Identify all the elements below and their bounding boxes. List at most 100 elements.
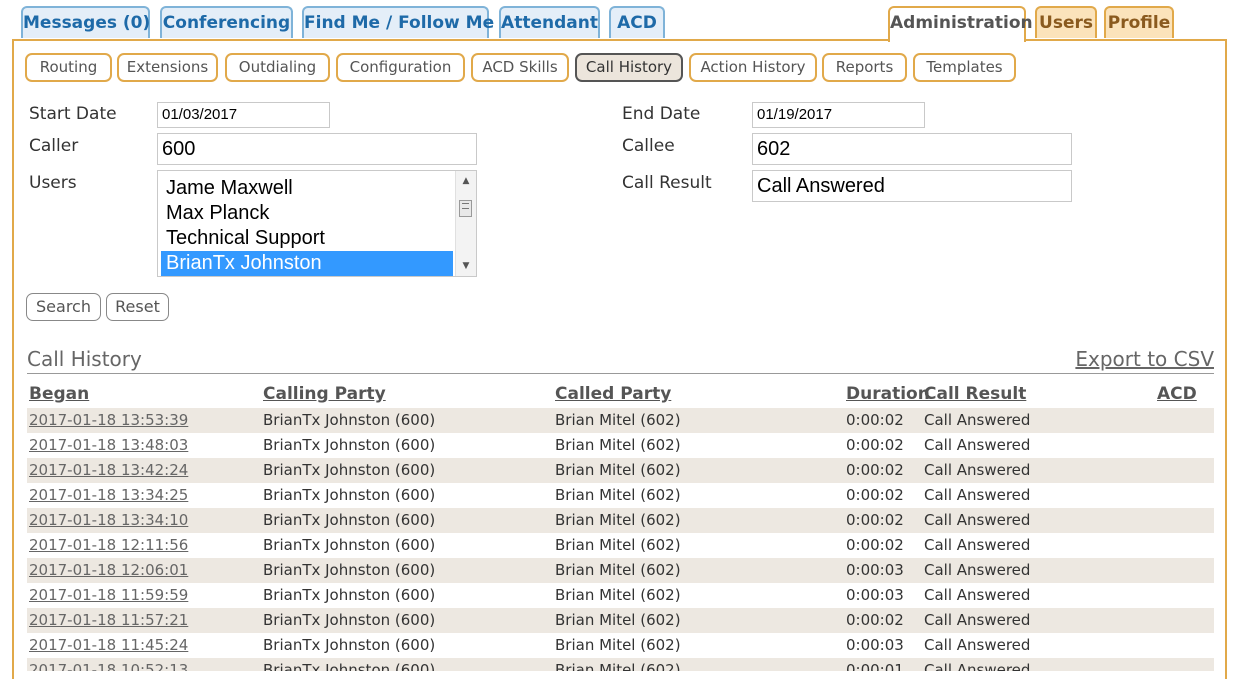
called-party-cell: Brian Mitel (602) bbox=[555, 436, 681, 454]
tab-find-me-follow-me[interactable]: Find Me / Follow Me bbox=[302, 6, 494, 38]
end-date-input[interactable]: 01/19/2017 bbox=[752, 102, 925, 128]
tab-conferencing[interactable]: Conferencing bbox=[160, 6, 293, 38]
calling-party-cell: BrianTx Johnston (600) bbox=[263, 661, 436, 671]
called-party-cell: Brian Mitel (602) bbox=[555, 586, 681, 604]
column-header-began[interactable]: Began bbox=[29, 384, 89, 404]
began-timestamp-link[interactable]: 2017-01-18 11:59:59 bbox=[29, 583, 188, 607]
duration-cell: 0:00:03 bbox=[846, 561, 904, 579]
export-csv-link[interactable]: Export to CSV bbox=[1075, 347, 1214, 371]
began-timestamp-link[interactable]: 2017-01-18 13:42:24 bbox=[29, 458, 188, 482]
users-option[interactable]: Jame Maxwell bbox=[161, 176, 453, 201]
called-party-cell: Brian Mitel (602) bbox=[555, 636, 681, 654]
users-option-selected[interactable]: BrianTx Johnston bbox=[161, 251, 453, 276]
users-listbox[interactable]: Jame Maxwell Max Planck Technical Suppor… bbox=[157, 170, 477, 277]
subtab-routing[interactable]: Routing bbox=[25, 53, 112, 82]
began-timestamp-link[interactable]: 2017-01-18 13:48:03 bbox=[29, 433, 188, 457]
began-timestamp-link[interactable]: 2017-01-18 13:53:39 bbox=[29, 408, 188, 432]
began-timestamp-link[interactable]: 2017-01-18 11:45:24 bbox=[29, 633, 188, 657]
top-tab-bar: Messages (0) Conferencing Find Me / Foll… bbox=[0, 0, 1245, 42]
subtab-reports[interactable]: Reports bbox=[822, 53, 907, 82]
column-header-duration[interactable]: Duration bbox=[846, 384, 930, 404]
duration-cell: 0:00:02 bbox=[846, 486, 904, 504]
column-header-call-result[interactable]: Call Result bbox=[924, 384, 1026, 404]
tab-users[interactable]: Users bbox=[1035, 6, 1097, 38]
called-party-cell: Brian Mitel (602) bbox=[555, 511, 681, 529]
search-button[interactable]: Search bbox=[26, 293, 101, 321]
call-result-cell: Call Answered bbox=[924, 636, 1031, 654]
duration-cell: 0:00:03 bbox=[846, 636, 904, 654]
call-result-input[interactable]: Call Answered bbox=[752, 170, 1072, 202]
call-result-cell: Call Answered bbox=[924, 561, 1031, 579]
calling-party-cell: BrianTx Johnston (600) bbox=[263, 461, 436, 479]
began-timestamp-link[interactable]: 2017-01-18 10:52:13 bbox=[29, 658, 188, 671]
call-result-cell: Call Answered bbox=[924, 461, 1031, 479]
caller-label: Caller bbox=[29, 136, 79, 156]
began-timestamp-link[interactable]: 2017-01-18 13:34:10 bbox=[29, 508, 188, 532]
start-date-label: Start Date bbox=[29, 104, 117, 124]
call-result-cell: Call Answered bbox=[924, 511, 1031, 529]
subtab-extensions[interactable]: Extensions bbox=[117, 53, 218, 82]
call-result-cell: Call Answered bbox=[924, 486, 1031, 504]
callee-input[interactable]: 602 bbox=[752, 133, 1072, 165]
tab-profile[interactable]: Profile bbox=[1104, 6, 1174, 38]
calling-party-cell: BrianTx Johnston (600) bbox=[263, 486, 436, 504]
began-timestamp-link[interactable]: 2017-01-18 13:34:25 bbox=[29, 483, 188, 507]
users-option[interactable]: Max Planck bbox=[161, 201, 453, 226]
callee-label: Callee bbox=[622, 136, 675, 156]
table-row: 2017-01-18 13:42:24 BrianTx Johnston (600… bbox=[27, 458, 1214, 483]
users-option[interactable]: Technical Support bbox=[161, 226, 453, 251]
subtab-configuration[interactable]: Configuration bbox=[336, 53, 465, 82]
calling-party-cell: BrianTx Johnston (600) bbox=[263, 561, 436, 579]
users-scrollbar[interactable]: ▲ ▼ bbox=[455, 171, 476, 276]
duration-cell: 0:00:02 bbox=[846, 511, 904, 529]
call-result-cell: Call Answered bbox=[924, 611, 1031, 629]
call-result-cell: Call Answered bbox=[924, 536, 1031, 554]
tab-administration[interactable]: Administration bbox=[888, 6, 1033, 42]
calling-party-cell: BrianTx Johnston (600) bbox=[263, 636, 436, 654]
call-history-table: 2017-01-18 13:53:39 BrianTx Johnston (600… bbox=[27, 408, 1214, 671]
called-party-cell: Brian Mitel (602) bbox=[555, 611, 681, 629]
table-row: 2017-01-18 13:34:10 BrianTx Johnston (600… bbox=[27, 508, 1214, 533]
tab-messages[interactable]: Messages (0) bbox=[21, 6, 150, 38]
tab-attendant[interactable]: Attendant bbox=[499, 6, 600, 38]
scroll-down-arrow-icon[interactable]: ▼ bbox=[456, 257, 476, 275]
subtab-action-history[interactable]: Action History bbox=[689, 53, 817, 82]
subtab-templates[interactable]: Templates bbox=[913, 53, 1016, 82]
called-party-cell: Brian Mitel (602) bbox=[555, 536, 681, 554]
called-party-cell: Brian Mitel (602) bbox=[555, 486, 681, 504]
call-result-cell: Call Answered bbox=[924, 436, 1031, 454]
scroll-up-arrow-icon[interactable]: ▲ bbox=[456, 172, 476, 190]
duration-cell: 0:00:02 bbox=[846, 436, 904, 454]
reset-button[interactable]: Reset bbox=[106, 293, 169, 321]
calling-party-cell: BrianTx Johnston (600) bbox=[263, 411, 436, 429]
subtab-call-history[interactable]: Call History bbox=[575, 53, 683, 82]
column-header-acd[interactable]: ACD bbox=[1157, 384, 1197, 404]
call-result-cell: Call Answered bbox=[924, 411, 1031, 429]
scroll-thumb[interactable] bbox=[459, 200, 472, 217]
table-row: 2017-01-18 13:53:39 BrianTx Johnston (600… bbox=[27, 408, 1214, 433]
column-header-calling-party[interactable]: Calling Party bbox=[263, 384, 386, 404]
table-row: 2017-01-18 13:48:03 BrianTx Johnston (600… bbox=[27, 433, 1214, 458]
called-party-cell: Brian Mitel (602) bbox=[555, 461, 681, 479]
subtab-outdialing[interactable]: Outdialing bbox=[225, 53, 330, 82]
start-date-input[interactable]: 01/03/2017 bbox=[157, 102, 330, 128]
users-label: Users bbox=[29, 173, 77, 193]
table-row: 2017-01-18 12:11:56 BrianTx Johnston (600… bbox=[27, 533, 1214, 558]
end-date-label: End Date bbox=[622, 104, 701, 124]
caller-input[interactable]: 600 bbox=[157, 133, 477, 165]
table-row: 2017-01-18 11:45:24 BrianTx Johnston (600… bbox=[27, 633, 1214, 658]
calling-party-cell: BrianTx Johnston (600) bbox=[263, 511, 436, 529]
table-row: 2017-01-18 10:52:13 BrianTx Johnston (600… bbox=[27, 658, 1214, 671]
call-result-cell: Call Answered bbox=[924, 586, 1031, 604]
duration-cell: 0:00:02 bbox=[846, 536, 904, 554]
began-timestamp-link[interactable]: 2017-01-18 12:06:01 bbox=[29, 558, 188, 582]
subtab-acd-skills[interactable]: ACD Skills bbox=[471, 53, 569, 82]
duration-cell: 0:00:02 bbox=[846, 411, 904, 429]
tab-acd[interactable]: ACD bbox=[609, 6, 665, 38]
column-header-called-party[interactable]: Called Party bbox=[555, 384, 671, 404]
began-timestamp-link[interactable]: 2017-01-18 12:11:56 bbox=[29, 533, 188, 557]
call-result-label: Call Result bbox=[622, 173, 712, 193]
divider bbox=[27, 373, 1214, 374]
began-timestamp-link[interactable]: 2017-01-18 11:57:21 bbox=[29, 608, 188, 632]
called-party-cell: Brian Mitel (602) bbox=[555, 561, 681, 579]
